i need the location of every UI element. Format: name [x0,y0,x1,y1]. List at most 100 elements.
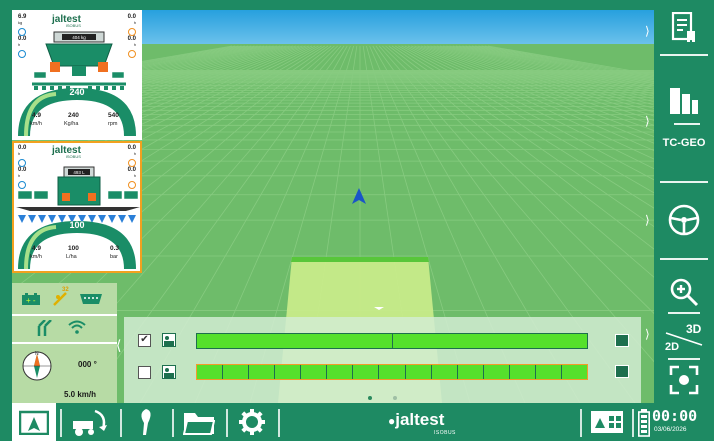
section-segment[interactable] [275,365,302,379]
gauge-target-value: 100 [69,220,85,230]
tc-geo-label: TC-GEO [662,137,706,149]
gauge-target-value: 240 [69,87,85,97]
battery-icon [638,409,650,437]
autosteer-button[interactable] [654,198,714,242]
section-segment[interactable] [223,365,250,379]
section-segment[interactable] [562,365,587,379]
expand-chevron-icon[interactable]: ⟩ [645,114,650,128]
section-segment[interactable] [327,365,354,379]
task-field-icon [670,88,698,114]
clock-time: 00:00 [652,407,698,425]
section-segment[interactable] [510,365,536,379]
expand-chevron-icon[interactable]: ⟩ [645,24,650,38]
antenna-icon [37,320,52,336]
divider [120,409,122,437]
boom-2-checkbox[interactable] [138,366,151,379]
page-dot[interactable] [393,396,397,400]
pto-unit: rpm [108,121,118,127]
rate-value: 100 [68,245,79,252]
map-view-icon [19,410,49,435]
boom-1-checkbox[interactable]: ✔ [138,334,151,347]
timer-icon [18,50,26,58]
svg-text:2D: 2D [665,341,679,353]
divider [632,409,634,437]
zoom-in-button[interactable] [654,274,714,310]
expand-chevron-icon[interactable]: ⟩ [645,213,650,227]
heading-value: 000 ° [78,360,97,369]
document-icon [671,12,695,42]
expand-chevron-icon[interactable]: ⟩ [645,327,650,341]
counter-left-2: 0.0 h [18,36,27,47]
implement-toggle-icon[interactable] [162,365,176,379]
tc-geo-button[interactable]: TC-GEO [654,128,714,158]
svg-text:404 kg: 404 kg [72,35,86,40]
svg-text:3D: 3D [686,322,702,336]
divider [172,409,174,437]
implement-widget-spreader[interactable]: jaltest ISOBUS 6.9 kg 0.0 h 0.0 h 0.0 h 404 k… [12,10,142,140]
compass-icon[interactable]: N [20,349,54,383]
section-bar-boom-2[interactable] [196,364,588,380]
brand-logo: jaltest ISOBUS [52,145,81,159]
field-marker-button[interactable] [124,403,168,441]
implement-button[interactable] [64,403,118,441]
implement-widget-sprayer[interactable]: jaltest ISOBUS 0.0 h 0.0 h 0.0 h 0.0 h 493 L [12,141,142,273]
center-view-icon [669,365,699,395]
counter-top-right: 0.0 h [127,14,136,25]
section-segment[interactable] [458,365,484,379]
gps-signal-icon [53,292,67,306]
section-segment[interactable] [406,365,432,379]
speed-value: 4.9 [32,112,42,119]
rate-unit: L/ha [66,254,77,260]
speed-unit: km/h [30,254,42,260]
timer-icon [128,28,136,36]
rate-value: 240 [68,112,79,119]
timer-icon [18,28,26,36]
section-control-panel: ✔ [124,317,641,403]
app-root: jaltest ISOBUS 6.9 kg 0.0 h 0.0 h 0.0 h 404 k… [0,0,714,441]
battery-icon: + - [22,293,40,305]
folder-icon [183,413,215,435]
section-segment[interactable] [432,365,458,379]
section-segment[interactable] [379,365,406,379]
divider [660,181,708,183]
center-view-button[interactable] [654,362,714,398]
section-segment[interactable] [301,365,328,379]
section-segment[interactable] [484,365,510,379]
page-dot-active[interactable] [368,396,372,400]
section-segment[interactable] [536,365,562,379]
svg-text:+ -: + - [26,296,36,305]
gps-satellite-count: 32 [62,287,69,293]
wifi-icon [68,320,86,334]
map-view-button[interactable] [12,403,56,441]
divider [226,409,228,437]
section-segment[interactable] [393,334,588,348]
divider [660,54,708,56]
section-segment[interactable] [353,365,380,379]
svg-text:493 L: 493 L [73,170,85,175]
rate-unit: Kg/ha [64,121,79,127]
speed-value: 4.9 [32,245,42,252]
settings-button[interactable] [230,403,274,441]
section-segment[interactable] [197,365,224,379]
field-task-button[interactable] [654,80,714,120]
implement-toggle-icon[interactable] [162,333,176,347]
virtual-terminal-button[interactable] [584,403,630,441]
divider [660,258,708,260]
section-segment[interactable] [197,334,393,348]
counter-top-right: 0.0 h [127,145,136,156]
section-settings-icon[interactable] [615,334,629,347]
section-bar-boom-1[interactable] [196,333,588,349]
divider [278,409,280,437]
zoom-in-icon [670,278,699,307]
expand-left-chevron-icon[interactable]: ⟨ [116,337,124,353]
section-segment[interactable] [249,365,276,379]
divider [60,409,62,437]
task-document-button[interactable] [654,6,714,50]
view-2d-3d-icon: 3D 2D [665,322,703,353]
clock-date: 03/06/2026 [654,426,687,433]
section-settings-icon[interactable] [615,365,629,378]
gear-icon [239,409,265,435]
view-2d-3d-button[interactable]: 3D 2D [654,318,714,354]
steering-wheel-icon [668,204,700,236]
folder-button[interactable] [176,403,222,441]
